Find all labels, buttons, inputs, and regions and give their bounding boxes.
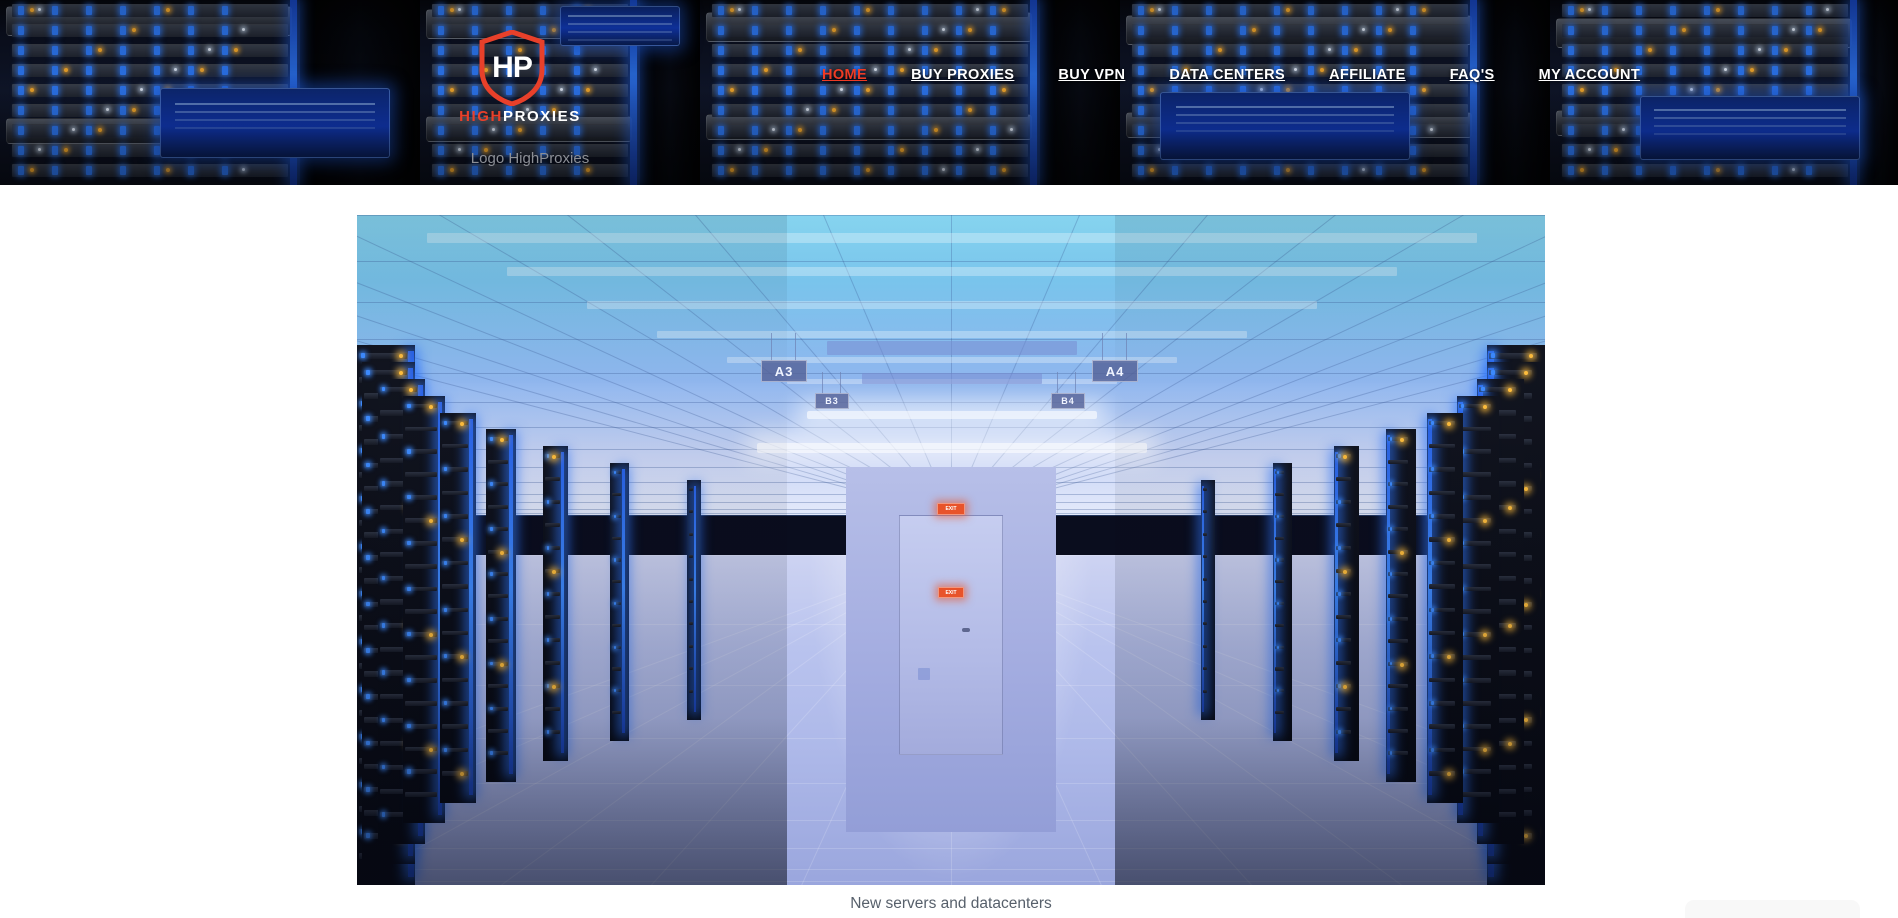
nav-item-home[interactable]: HOME — [800, 67, 889, 83]
nav-item-faqs[interactable]: FAQ'S — [1428, 67, 1517, 83]
header-background-image — [0, 0, 1898, 185]
aisle-sign-b4: B4 — [1051, 393, 1085, 409]
chat-widget[interactable] — [1685, 900, 1860, 918]
exit-sign-door: EXIT — [937, 503, 965, 515]
nav-item-buy-vpn[interactable]: BUY VPN — [1036, 67, 1147, 83]
logo-word-high: HIGH — [459, 108, 503, 125]
server-wall-left — [357, 215, 787, 885]
far-door — [899, 515, 1003, 755]
logo-alt-text: Logo HighProxies — [470, 150, 590, 167]
main-navigation: HOME BUY PROXIES BUY VPN DATA CENTERS AF… — [800, 60, 1662, 90]
nav-item-affiliate[interactable]: AFFILIATE — [1307, 67, 1428, 83]
datacenter-hero-image: EXIT EXIT A3 A4 B3 B4 — [357, 215, 1545, 885]
logo-word-proxies: PROXIES — [503, 108, 581, 125]
hero-caption: New servers and datacenters — [850, 895, 1052, 912]
server-wall-right — [1115, 215, 1545, 885]
aisle-sign-b3: B3 — [815, 393, 849, 409]
nav-item-buy-proxies[interactable]: BUY PROXIES — [889, 67, 1036, 83]
logo-monogram: HP — [492, 51, 533, 84]
logo-wordmark: HIGHPROXIES — [430, 108, 610, 125]
nav-item-data-centers[interactable]: DATA CENTERS — [1147, 67, 1307, 83]
hero-figure: EXIT EXIT A3 A4 B3 B4 — [357, 215, 1545, 885]
aisle-sign-a3: A3 — [761, 360, 807, 382]
site-header: HP HIGHPROXIES Logo HighProxies HOME BUY… — [0, 0, 1898, 185]
nav-item-my-account[interactable]: MY ACCOUNT — [1517, 67, 1662, 83]
site-logo[interactable]: HP HIGHPROXIES Logo HighProxies — [430, 30, 610, 167]
exit-sign-ceiling: EXIT — [938, 587, 964, 598]
aisle-sign-a4: A4 — [1092, 360, 1138, 382]
